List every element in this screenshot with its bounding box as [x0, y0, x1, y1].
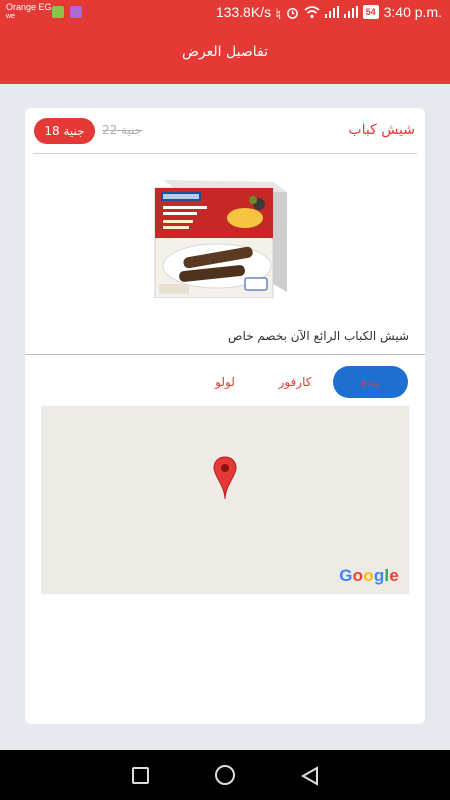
google-logo: Google	[339, 566, 399, 585]
carrier-label: Orange EG	[6, 2, 52, 12]
app-notification-icon	[52, 6, 64, 18]
page-title: تفاصيل العرض	[182, 44, 268, 60]
store-map[interactable]: Google	[41, 406, 409, 594]
tab-store-lulu[interactable]: لولو	[195, 366, 255, 398]
offer-description: شيش الكباب الرائع الآن بخصم خاص	[228, 329, 409, 343]
map-marker-icon[interactable]	[213, 456, 237, 500]
status-bar: Orange EG we 133.8K/s 𝄯 54 3:40 p.m.	[0, 0, 450, 26]
carrier-sub-label: we	[6, 13, 15, 20]
old-price: 22 جنية	[102, 123, 143, 137]
tab-store-carrefour[interactable]: كارفور	[265, 366, 325, 398]
wifi-icon	[304, 5, 320, 18]
notification-icons	[52, 6, 82, 18]
store-tabs: بندة كارفور لولو	[25, 366, 425, 398]
tab-store-panda[interactable]: بندة	[333, 366, 408, 398]
new-price: 18 جنية	[44, 124, 85, 138]
recents-button-icon[interactable]	[132, 767, 149, 784]
signal-icon-2	[343, 6, 358, 18]
network-speed: 133.8K/s	[215, 4, 272, 20]
carrier-name: Orange EG we	[6, 2, 52, 22]
product-image	[154, 180, 287, 298]
back-button-icon[interactable]	[300, 766, 320, 786]
status-indicators: 133.8K/s 𝄯 54 3:40 p.m.	[216, 4, 442, 20]
battery-level: 54	[362, 5, 379, 19]
offer-card: 18 جنية 22 جنية شيش كباب شيش الكباب الرا…	[25, 108, 425, 724]
home-button-icon[interactable]	[215, 765, 235, 785]
gallery-notification-icon	[70, 6, 82, 18]
system-nav-bar	[0, 750, 450, 800]
alarm-icon	[286, 7, 298, 19]
offer-title: شيش كباب	[348, 122, 415, 138]
app-header: Orange EG we 133.8K/s 𝄯 54 3:40 p.m. تفا…	[0, 0, 450, 84]
headphones-icon: 𝄯	[276, 4, 281, 19]
divider	[33, 153, 417, 154]
signal-icon	[324, 6, 339, 18]
price-badge: 18 جنية	[34, 118, 95, 144]
divider	[25, 354, 425, 355]
clock: 3:40 p.m.	[383, 4, 442, 20]
